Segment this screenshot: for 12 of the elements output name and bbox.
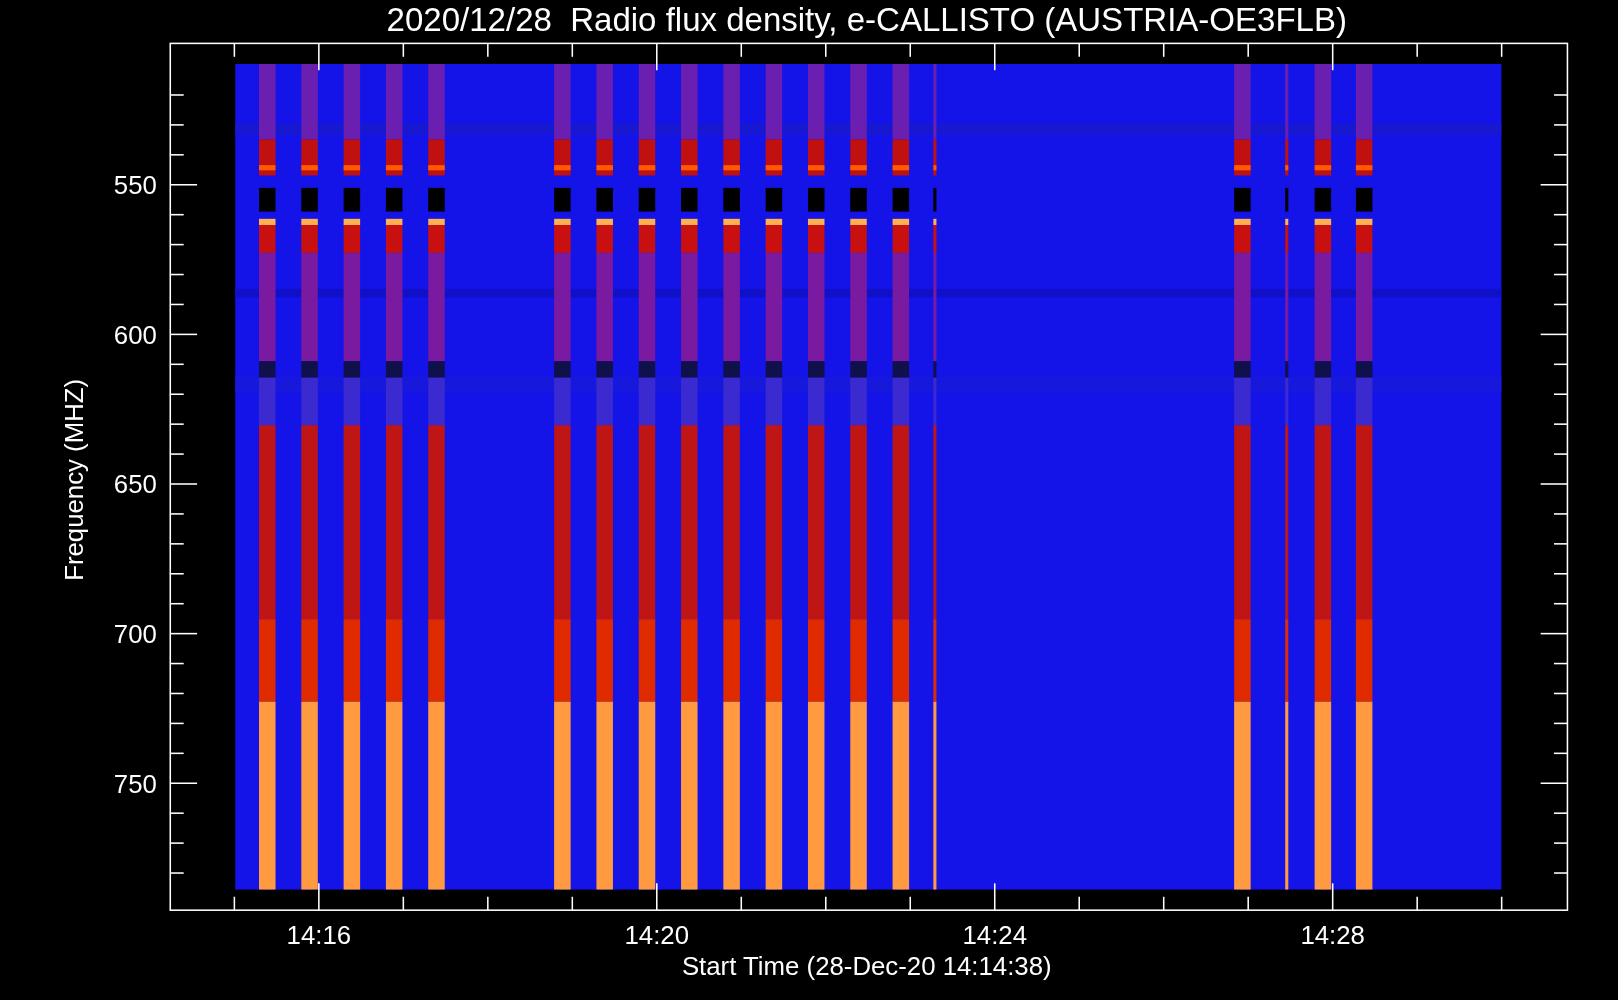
y-tick-label: 700 <box>113 619 157 648</box>
y-axis-label: Frequency (MHZ) <box>59 378 88 581</box>
y-tick-label: 550 <box>113 171 157 200</box>
x-tick-label: 14:16 <box>286 921 352 950</box>
y-tick-label: 600 <box>113 320 157 349</box>
y-tick-label: 650 <box>113 470 157 499</box>
x-tick-label: 14:24 <box>962 921 1027 950</box>
y-tick-label: 750 <box>113 769 157 798</box>
x-tick-label: 14:28 <box>1300 921 1365 950</box>
x-tick-label: 14:20 <box>624 921 690 950</box>
chart-title: 2020/12/28 Radio flux density, e-CALLISTO (AUSTRIA-OE3FLB) <box>386 1 1347 38</box>
x-axis-label: Start Time (28-Dec-20 14:14:38) <box>681 952 1052 981</box>
